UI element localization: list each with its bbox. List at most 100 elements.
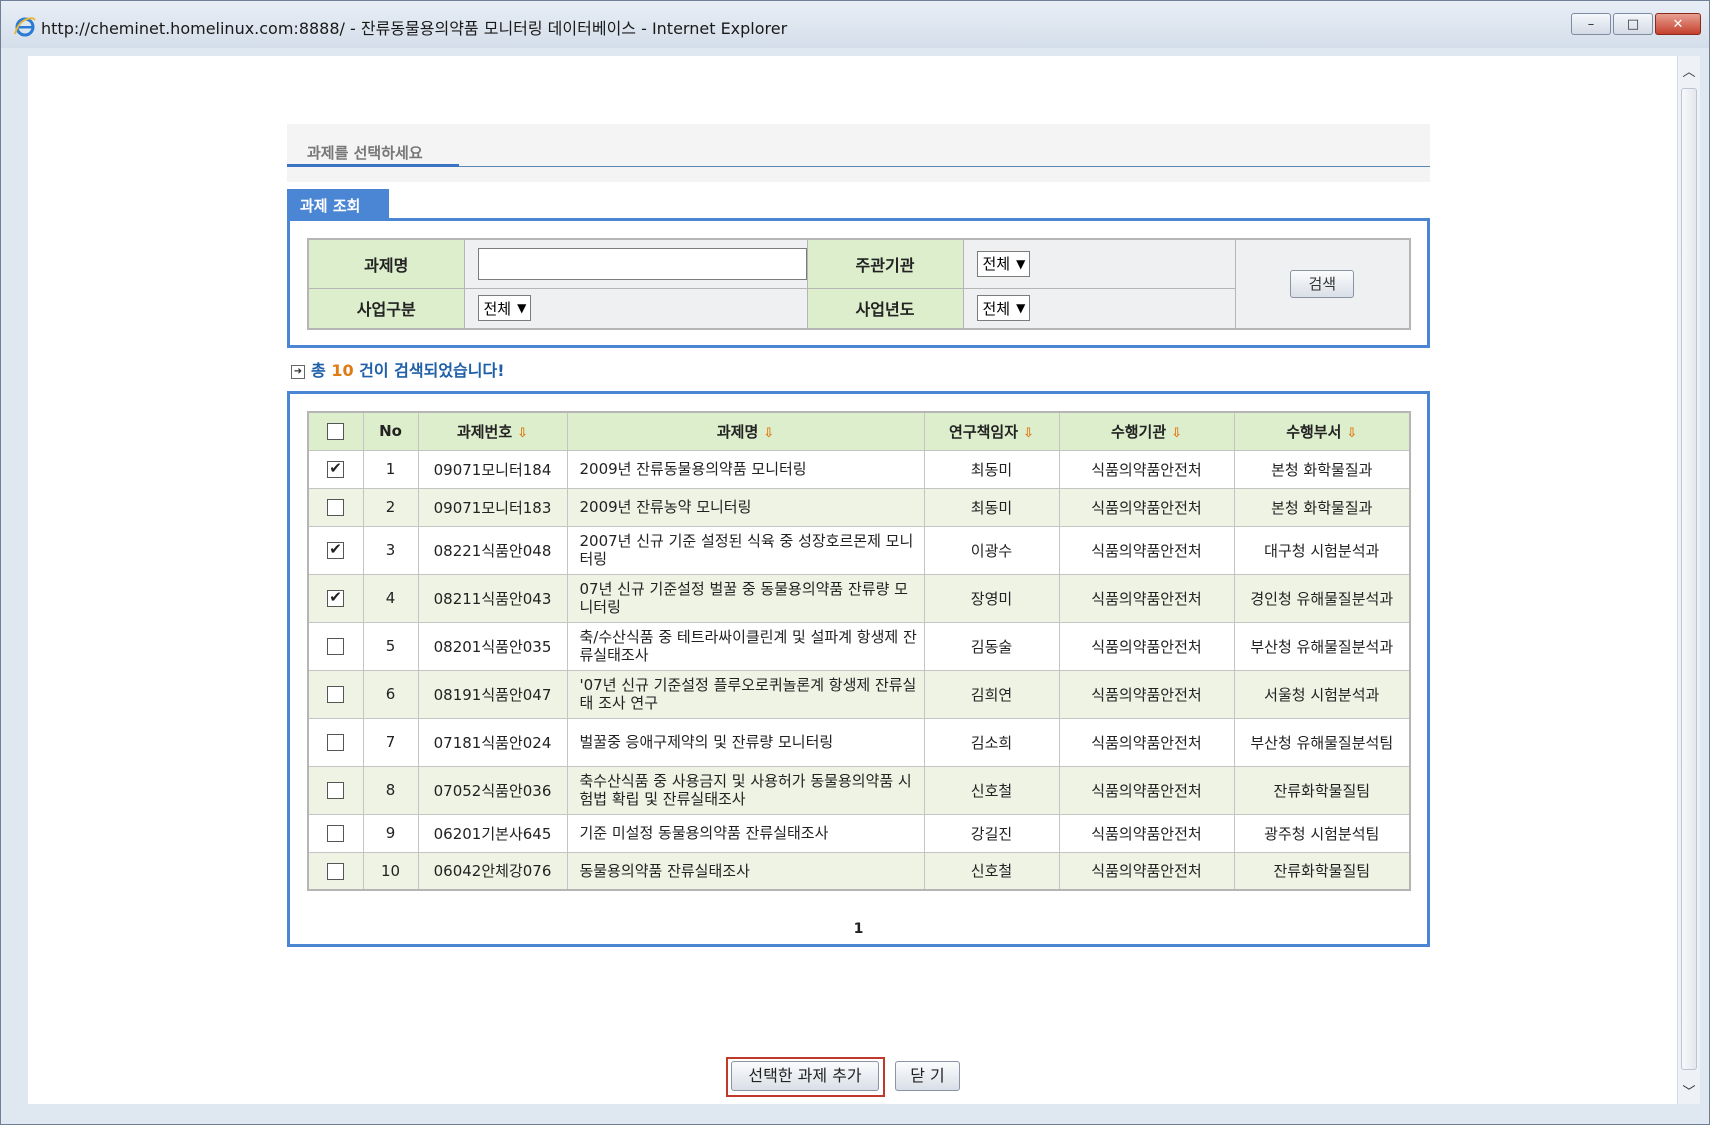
result-prefix: 총 [311,361,326,380]
row-researcher: 최동미 [923,487,1060,527]
scroll-down-icon[interactable]: ﹀ [1680,1080,1698,1100]
table-row[interactable]: 9 06201기본사645 기준 미설정 동물용의약품 잔류실태조사 강길진 식품의약품… [307,813,1411,853]
add-selected-button[interactable]: 선택한 과제 추가 [731,1061,879,1091]
header-title[interactable]: 과제명 ⇩ [566,411,925,451]
row-agency: 식품의약품안전처 [1058,717,1235,767]
sort-down-arrow-icon[interactable]: ⇩ [1171,426,1182,441]
row-checkbox-cell [307,851,364,891]
table-row[interactable]: 10 06042안체강076 동물용의약품 잔류실태조사 신호철 식품의약품안전처 잔류화… [307,851,1411,891]
header-dept[interactable]: 수행부서 ⇩ [1233,411,1411,451]
table-row[interactable]: 308221식품안0482007년 신규 기준 설정된 식육 중 성장호르몬제 … [307,525,1411,575]
business-type-select[interactable]: 전체 ▼ [477,295,532,322]
row-no: 10 [362,851,419,891]
row-code: 08191식품안047 [417,669,568,719]
row-agency: 식품의약품안전처 [1058,449,1235,489]
scroll-up-icon[interactable]: ︿ [1680,60,1698,80]
row-title: 동물용의약품 잔류실태조사 [566,851,925,891]
row-checkbox-cell [307,525,364,575]
business-type-value: 전체 [483,299,512,318]
row-dept: 잔류화학물질팀 [1233,765,1411,815]
row-title: 벌꿀중 응애구제약의 및 잔류량 모니터링 [566,717,925,767]
select-all-checkbox[interactable] [327,423,345,441]
row-researcher: 이광수 [923,525,1060,575]
search-button[interactable]: 검색 [1290,270,1355,298]
project-name-input[interactable] [477,247,807,280]
close-window-button[interactable]: ✕ [1655,13,1701,35]
header-researcher[interactable]: 연구책임자 ⇩ [923,411,1060,451]
tab-project-search[interactable]: 과제 조회 [287,189,389,221]
row-checkbox[interactable] [327,862,345,880]
row-agency: 식품의약품안전처 [1058,851,1235,891]
table-row[interactable]: 408211식품안04307년 신규 기준설정 벌꿀 중 동물용의약품 잔류량 … [307,573,1411,623]
row-checkbox[interactable] [327,686,345,703]
row-checkbox-cell [307,717,364,767]
search-panel: 과제명 주관기관 전체 ▼ 검색 사업구분 전체 ▼ 사업년도 전체 ▼ [287,218,1430,348]
lead-agency-select[interactable]: 전체 ▼ [976,250,1031,277]
header-code[interactable]: 과제번호 ⇩ [417,411,568,451]
result-count: 10 [331,361,354,380]
sort-down-arrow-icon[interactable]: ⇩ [763,426,774,441]
row-code: 09071모니터183 [417,487,568,527]
sort-down-arrow-icon[interactable]: ⇩ [517,426,528,441]
row-title: 기준 미설정 동물용의약품 잔류실태조사 [566,813,925,853]
row-researcher: 강길진 [923,813,1060,853]
header-agency[interactable]: 수행기관 ⇩ [1058,411,1235,451]
row-agency: 식품의약품안전처 [1058,573,1235,623]
sort-down-arrow-icon[interactable]: ⇩ [1346,426,1357,441]
chevron-down-icon: ▼ [517,301,527,316]
row-agency: 식품의약품안전처 [1058,621,1235,671]
row-agency: 식품의약품안전처 [1058,813,1235,853]
row-checkbox[interactable] [327,459,345,478]
row-checkbox-cell [307,449,364,489]
row-code: 08221식품안048 [417,525,568,575]
row-dept: 대구청 시험분석과 [1233,525,1411,575]
row-code: 08211식품안043 [417,573,568,623]
table-row[interactable]: 109071모니터1842009년 잔류동물용의약품 모니터링최동미식품의약품안… [307,449,1411,489]
row-checkbox-cell [307,487,364,527]
row-researcher: 장영미 [923,573,1060,623]
header-agency-label: 수행기관 [1110,422,1167,441]
row-no: 1 [362,449,419,489]
row-title: 07년 신규 기준설정 벌꿀 중 동물용의약품 잔류량 모니터링 [566,573,925,623]
title-bar: http://cheminet.homelinux.com:8888/ - 잔류… [1,1,1709,48]
header-code-label: 과제번호 [456,422,513,441]
table-row[interactable]: 2 09071모니터183 2009년 잔류농약 모니터링 최동미 식품의약품안전처 본청… [307,487,1411,527]
row-checkbox[interactable] [327,734,345,751]
row-no: 3 [362,525,419,575]
row-dept: 본청 화학물질과 [1233,449,1411,489]
result-suffix: 건이 검색되었습니다! [359,361,505,380]
sort-down-arrow-icon[interactable]: ⇩ [1023,426,1034,441]
row-checkbox[interactable] [327,825,345,842]
row-dept: 잔류화학물질팀 [1233,851,1411,891]
row-checkbox[interactable] [327,782,345,799]
row-title: 축/수산식품 중 테트라싸이클린계 및 설파계 항생제 잔류실태조사 [566,621,925,671]
row-dept: 서울청 시험분석과 [1233,669,1411,719]
table-row[interactable]: 7 07181식품안024 벌꿀중 응애구제약의 및 잔류량 모니터링 김소희 식품의약… [307,717,1411,767]
table-row[interactable]: 6 08191식품안047'07년 신규 기준설정 플루오로퀴놀론계 항생제 잔류… [307,669,1411,719]
label-business-type: 사업구분 [307,287,465,330]
page-link-current[interactable]: 1 [854,921,864,937]
chevron-down-icon: ▼ [1016,256,1026,271]
row-dept: 부산청 유해물질분석과 [1233,621,1411,671]
result-count-message: ➜ 총 10 건이 검색되었습니다! [291,357,505,381]
header-title-label: 과제명 [716,422,759,441]
row-checkbox-cell [307,669,364,719]
scroll-thumb[interactable] [1681,88,1697,1070]
row-checkbox[interactable] [327,499,345,516]
row-checkbox-cell [307,813,364,853]
row-no: 8 [362,765,419,815]
row-code: 07181식품안024 [417,717,568,767]
header-no: No [362,411,419,451]
row-checkbox[interactable] [327,638,345,655]
business-year-select[interactable]: 전체 ▼ [976,295,1031,322]
minimize-button[interactable]: – [1571,13,1611,35]
vertical-scrollbar[interactable]: ︿ ﹀ [1677,56,1700,1104]
maximize-button[interactable]: □ [1613,13,1653,35]
row-checkbox[interactable] [327,588,345,607]
row-no: 7 [362,717,419,767]
table-row[interactable]: 8 07052식품안036 축수산식품 중 사용금지 및 사용허가 동물용의약품 시… [307,765,1411,815]
label-project-name: 과제명 [307,238,465,289]
table-row[interactable]: 5 08201식품안035 축/수산식품 중 테트라싸이클린계 및 설파계 항생제 … [307,621,1411,671]
row-checkbox[interactable] [327,540,345,559]
close-button[interactable]: 닫 기 [895,1061,960,1091]
